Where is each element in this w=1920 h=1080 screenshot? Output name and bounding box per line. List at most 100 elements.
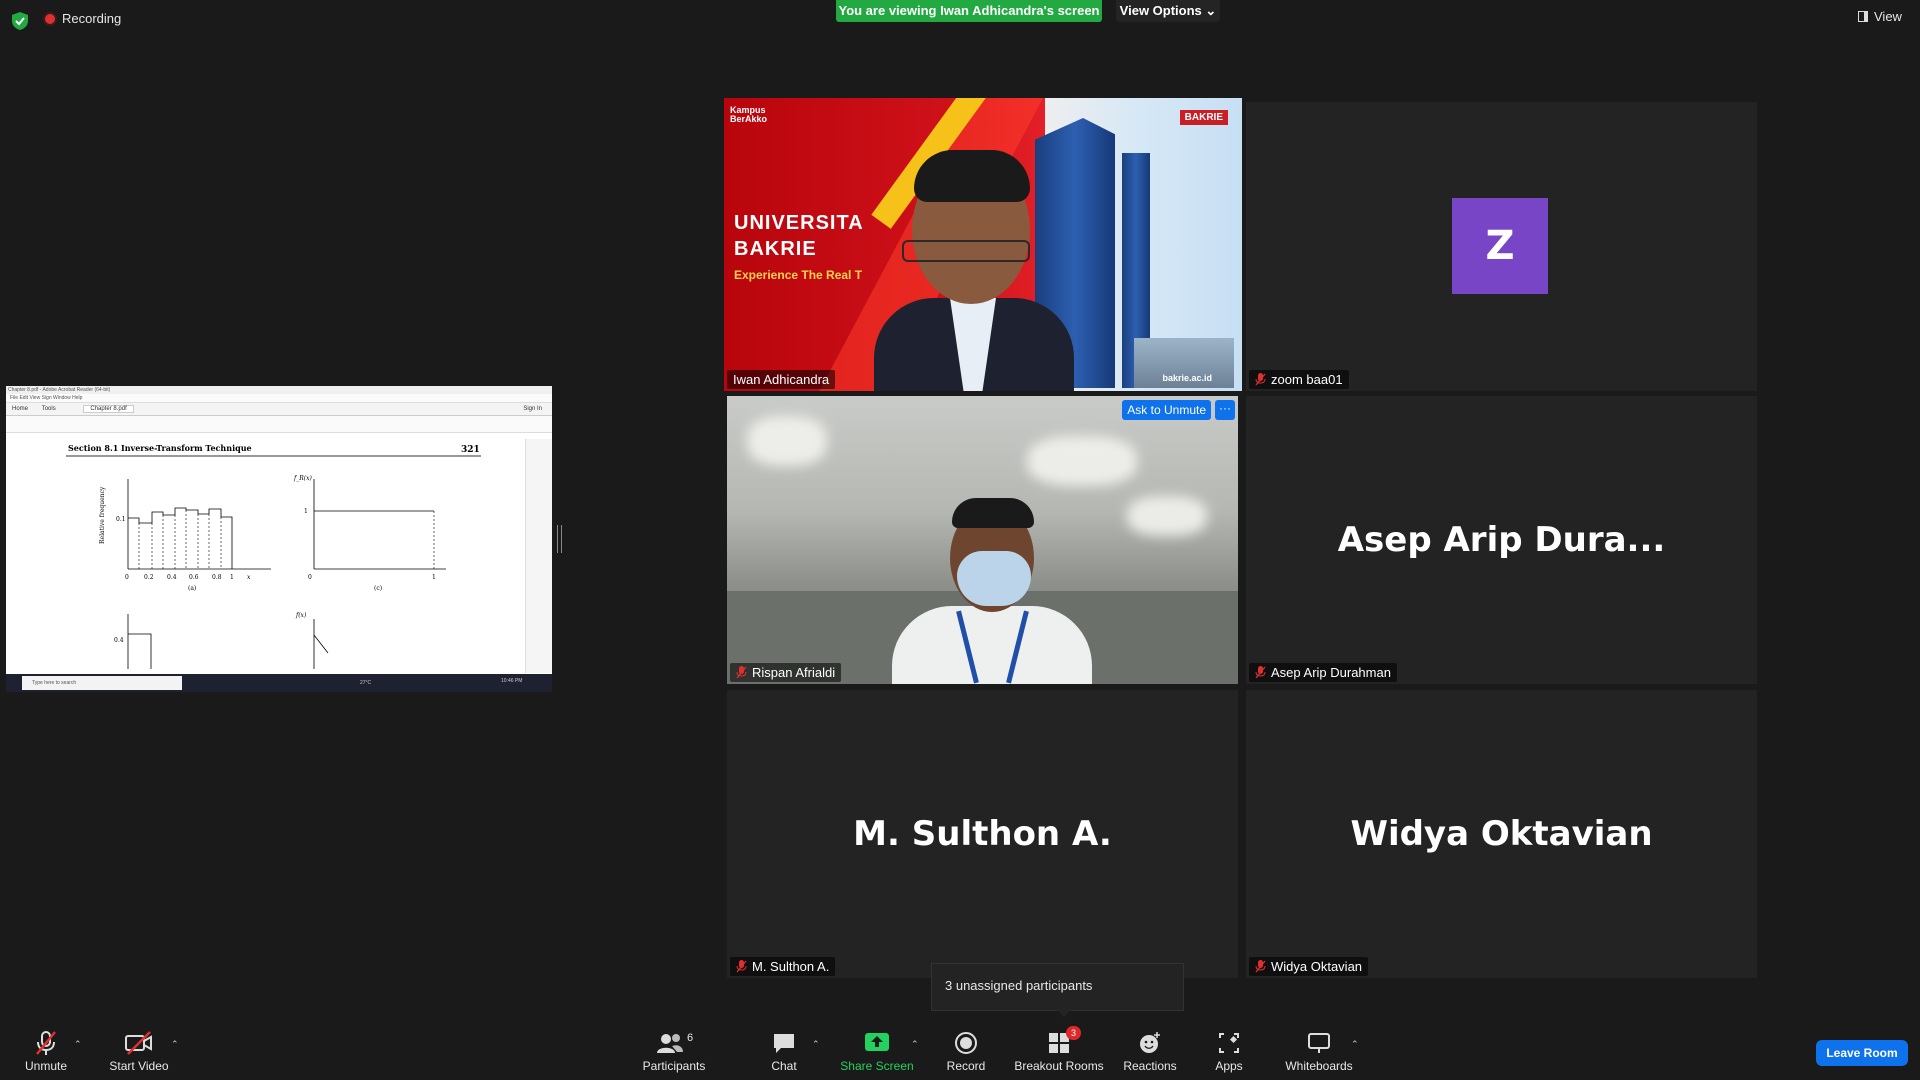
ceiling-light (1127, 496, 1207, 536)
participant-display-name: M. Sulthon A. (853, 814, 1112, 854)
participant-name: Iwan Adhicandra (733, 372, 830, 387)
section-number: Section 8.1 (68, 443, 118, 453)
video-tile-iwan[interactable]: Kampus BerAkko BAKRIE UNIVERSITA BAKRIE … (724, 98, 1242, 391)
pdf-figure: Section 8.1 Inverse-Transform Technique … (66, 443, 481, 669)
hist-xtick: 0.2 (144, 574, 154, 581)
recording-dot-icon (45, 14, 55, 24)
whiteboards-button[interactable]: Whiteboards (1284, 1030, 1354, 1073)
sign-in-link: Sign In (523, 406, 542, 412)
start-video-button[interactable]: Start Video (106, 1030, 172, 1073)
participant-display-name: Asep Arip Dura... (1337, 520, 1666, 560)
hist-ylabel: Relative frequency (99, 486, 106, 544)
f-label: f(x) (295, 612, 307, 619)
hist-xtick: 0.8 (212, 574, 222, 581)
unassigned-participants-popup[interactable]: 3 unassigned participants (931, 963, 1184, 1017)
avatar: Z (1452, 198, 1548, 294)
uniform-x-one: 1 (432, 574, 436, 581)
view-options-label: View Options (1119, 3, 1202, 18)
reactions-button[interactable]: Reactions (1122, 1030, 1178, 1073)
name-tag: Widya Oktavian (1249, 957, 1369, 976)
participant-display-name: Widya Oktavian (1350, 814, 1653, 854)
start-video-label: Start Video (109, 1059, 169, 1073)
hist-xtick: x (247, 574, 251, 581)
recording-label[interactable]: Recording (62, 11, 121, 26)
video-tile-zoom-baa01[interactable]: Z zoom baa01 (1246, 102, 1757, 391)
hist-xtick: 0.6 (189, 574, 199, 581)
leave-room-button[interactable]: Leave Room (1816, 1040, 1908, 1066)
university-title-line1: UNIVERSITA (734, 212, 864, 234)
tick-04: 0.4 (114, 637, 124, 644)
ceiling-light (747, 416, 827, 466)
shared-screen-thumbnail[interactable]: Chapter 8.pdf - Adobe Acrobat Reader (64… (6, 386, 552, 692)
video-tile-asep[interactable]: Asep Arip Dura... Asep Arip Durahman (1246, 396, 1757, 684)
unmute-button[interactable]: Unmute (20, 1030, 72, 1073)
share-options-caret[interactable]: ⌃ (911, 1039, 919, 1050)
record-icon (955, 1032, 977, 1054)
participant-name: Asep Arip Durahman (1271, 665, 1391, 680)
muted-mic-icon (36, 1031, 56, 1055)
video-tile-rispan[interactable]: Ask to Unmute ··· Rispan Afrialdi (727, 396, 1238, 684)
share-screen-icon (865, 1033, 889, 1051)
ask-to-unmute-button[interactable]: Ask to Unmute (1122, 400, 1211, 420)
video-options-caret[interactable]: ⌃ (171, 1039, 179, 1050)
fr-label: f_R(x) (293, 475, 312, 482)
participants-button[interactable]: 6 Participants (642, 1030, 706, 1073)
audio-options-caret[interactable]: ⌃ (74, 1039, 82, 1050)
video-off-icon (125, 1031, 152, 1055)
taskbar-clock: 10:46 PM (501, 678, 523, 684)
security-shield-icon[interactable] (12, 12, 28, 30)
muted-mic-icon (736, 666, 747, 679)
name-tag: zoom baa01 (1249, 370, 1349, 389)
name-tag: Asep Arip Durahman (1249, 663, 1397, 682)
record-label: Record (946, 1059, 986, 1073)
whiteboards-options-caret[interactable]: ⌃ (1351, 1039, 1359, 1050)
muted-mic-icon (736, 960, 747, 973)
breakout-rooms-button[interactable]: 3 Breakout Rooms (1014, 1026, 1104, 1073)
hist-xtick: 0 (125, 574, 129, 581)
muted-mic-icon (1255, 373, 1266, 386)
windows-taskbar: Type here to search 27°C 10:46 PM (6, 674, 552, 692)
record-button[interactable]: Record (944, 1030, 988, 1073)
muted-mic-icon (1255, 666, 1266, 679)
kampus-logo: Kampus BerAkko (730, 105, 768, 124)
view-options-button[interactable]: View Options ⌄ (1116, 0, 1220, 22)
breakout-rooms-label: Breakout Rooms (1014, 1059, 1104, 1073)
video-tile-sulthon[interactable]: M. Sulthon A. M. Sulthon A. (727, 690, 1238, 978)
more-options-button[interactable]: ··· (1215, 400, 1235, 420)
university-url: bakrie.ac.id (1162, 373, 1212, 383)
chevron-down-icon: ⌄ (1205, 3, 1217, 18)
person-glasses (902, 240, 1030, 262)
breakout-rooms-badge: 3 (1066, 1026, 1081, 1040)
view-label: View (1874, 9, 1902, 24)
chat-options-caret[interactable]: ⌃ (812, 1039, 820, 1050)
participant-name: zoom baa01 (1271, 372, 1343, 387)
page-number: 321 (461, 445, 480, 455)
chat-button[interactable]: Chat (766, 1030, 802, 1073)
tab-home: Home (12, 406, 29, 412)
figure-label-a: (a) (188, 585, 196, 592)
view-button[interactable]: View (1858, 9, 1902, 24)
share-screen-button[interactable]: Share Screen (840, 1030, 914, 1073)
bakrie-logo: BAKRIE (1179, 110, 1228, 125)
apps-button[interactable]: Apps (1212, 1030, 1246, 1073)
participant-name: M. Sulthon A. (752, 959, 830, 974)
ceiling-light (1027, 436, 1137, 486)
participants-count: 6 (686, 1032, 694, 1044)
taskbar-search: Type here to search (22, 676, 182, 690)
name-tag: Iwan Adhicandra (727, 370, 836, 389)
university-title: UNIVERSITA BAKRIE (734, 210, 864, 262)
window-menu: File Edit View Sign Window Help (6, 394, 552, 403)
figure-label-c: (c) (374, 585, 382, 592)
window-title: Chapter 8.pdf - Adobe Acrobat Reader (64… (6, 386, 552, 394)
reactions-icon (1140, 1032, 1160, 1053)
section-title: Inverse-Transform Technique (121, 443, 252, 453)
pdf-page: Section 8.1 Inverse-Transform Technique … (16, 439, 516, 669)
reader-tabs: Home Tools Chapter 8.pdf Sign In (6, 403, 552, 416)
chat-icon (774, 1034, 794, 1053)
resize-handle[interactable] (557, 525, 562, 553)
university-tagline: Experience The Real T (734, 268, 863, 282)
hist-xtick: 1 (230, 574, 234, 581)
tab-document: Chapter 8.pdf (83, 405, 134, 413)
unmute-label: Unmute (24, 1059, 68, 1073)
video-tile-widya[interactable]: Widya Oktavian Widya Oktavian (1246, 690, 1757, 978)
